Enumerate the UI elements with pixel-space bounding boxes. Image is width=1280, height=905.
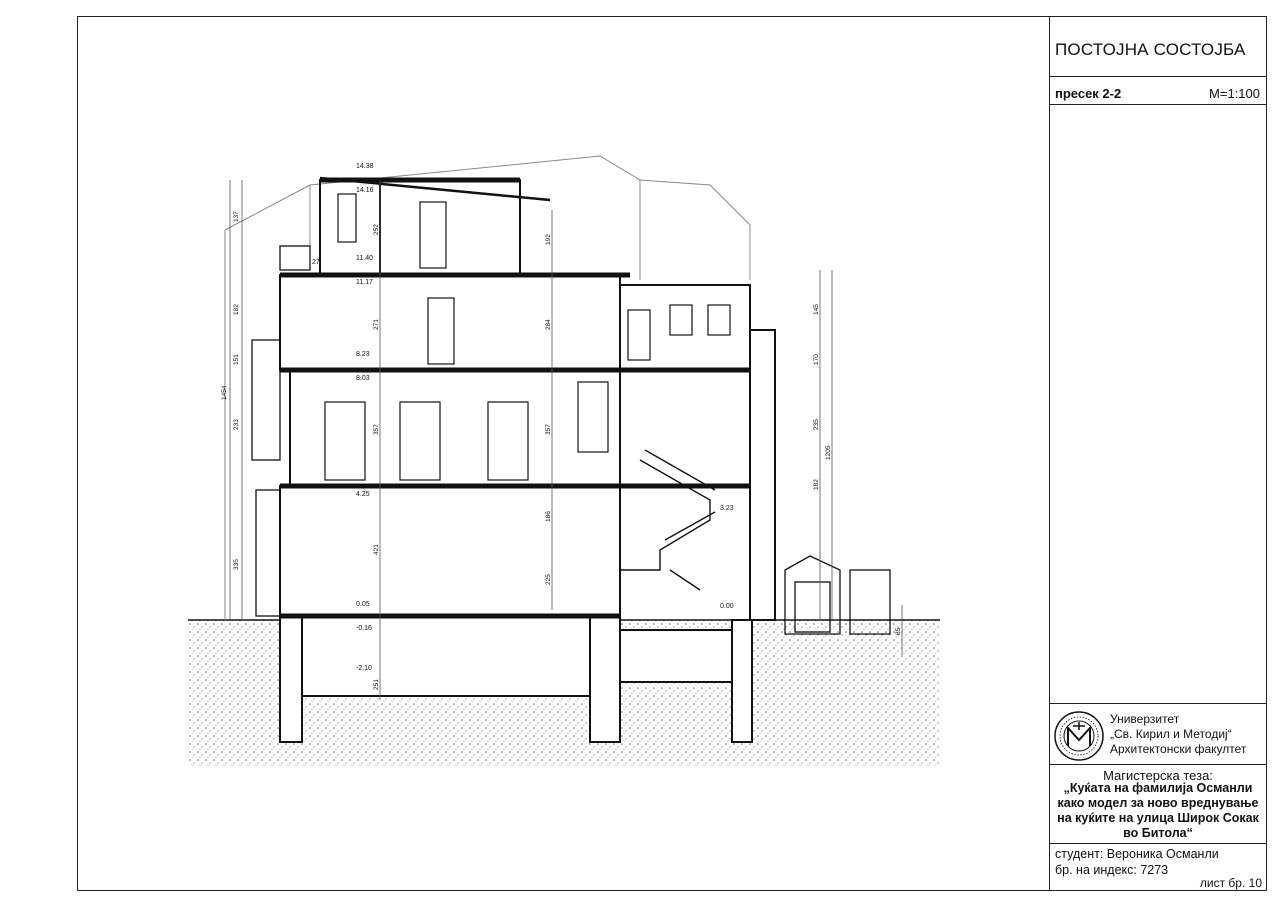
staircase xyxy=(620,449,716,591)
student-name: студент: Вероника Османли xyxy=(1055,847,1219,861)
university-line: Универзитет xyxy=(1110,712,1180,726)
section-divider xyxy=(1049,104,1267,105)
dim-middle: 186 xyxy=(545,511,552,522)
dim-left: 137 xyxy=(233,211,240,222)
dim-center: 271 xyxy=(373,319,380,330)
storeys xyxy=(279,176,776,621)
dim-center: 357 xyxy=(373,424,380,435)
level-mark: 8.23 xyxy=(356,351,370,358)
floor-slabs xyxy=(280,177,750,619)
dim-left: 182 xyxy=(233,304,240,315)
thesis-line: на куќите на улица Широк Сокак xyxy=(1057,811,1259,825)
university-name: Универзитет „Св. Кирил и Методиј“ Архите… xyxy=(1110,712,1246,757)
openings xyxy=(324,193,731,481)
dim-right: 85 xyxy=(895,627,902,635)
level-mark: 4.25 xyxy=(356,491,370,498)
dim-right: 170 xyxy=(813,354,820,365)
level-mark: 14.38 xyxy=(356,163,374,170)
level-mark: -0.16 xyxy=(356,625,372,632)
level-mark: 0.05 xyxy=(356,601,370,608)
dim-right: 145 xyxy=(813,304,820,315)
level-mark: 14.16 xyxy=(356,187,374,194)
university-divider xyxy=(1049,703,1267,704)
level-mark: 3.23 xyxy=(720,505,734,512)
title-divider xyxy=(1049,76,1267,77)
sheet-number: лист бр. 10 xyxy=(1199,876,1262,890)
dim-right: 182 xyxy=(813,479,820,490)
level-mark: 0.00 xyxy=(720,603,734,610)
level-mark: 11.40 xyxy=(356,255,373,262)
dim-left: 233 xyxy=(233,419,240,430)
dim-right: 1205 xyxy=(825,445,832,460)
sheet-title: ПОСТОЈНА СОСТОЈБА xyxy=(1055,40,1246,59)
dim-left: 1454 xyxy=(221,385,228,400)
dim-center: 252 xyxy=(373,224,380,235)
dim-right: 235 xyxy=(813,419,820,430)
scale-label: М=1:100 xyxy=(1209,86,1260,101)
university-seal-icon xyxy=(1054,711,1104,761)
roof-outline xyxy=(224,155,751,620)
level-mark: 8.03 xyxy=(356,375,370,382)
thesis-line: во Битола“ xyxy=(1123,826,1193,840)
thesis-title: „Куќата на фамилија Османли како модел з… xyxy=(1049,781,1267,841)
thesis-line: како модел за ново вреднување xyxy=(1057,796,1259,810)
dim-left: 335 xyxy=(233,559,240,570)
level-mark: 11.17 xyxy=(356,279,373,286)
university-line: Архитектонски факултет xyxy=(1110,742,1247,756)
university-line: „Св. Кирил и Методиј“ xyxy=(1110,727,1232,741)
dim-middle: 225 xyxy=(545,574,552,585)
dim-middle: 357 xyxy=(545,424,552,435)
dim-middle: 284 xyxy=(545,319,552,330)
misc-label: 27 xyxy=(312,259,320,266)
student-index: бр. на индекс: 7273 xyxy=(1055,863,1169,877)
thesis-divider xyxy=(1049,764,1267,765)
section-label: пресек 2-2 xyxy=(1055,86,1122,101)
student-info: студент: Вероника Османли бр. на индекс:… xyxy=(1055,846,1219,878)
thesis-line: „Куќата на фамилија Османли xyxy=(1063,781,1253,795)
section-drawing: 14.38 14.16 11.40 11.17 8.23 8.03 4.25 3… xyxy=(188,155,940,766)
dim-middle: 192 xyxy=(545,234,552,245)
level-mark: -2.10 xyxy=(356,665,372,672)
dim-left: 151 xyxy=(233,354,240,365)
dim-center: 421 xyxy=(373,544,380,555)
student-divider xyxy=(1049,843,1267,844)
dim-center: 251 xyxy=(373,679,380,690)
